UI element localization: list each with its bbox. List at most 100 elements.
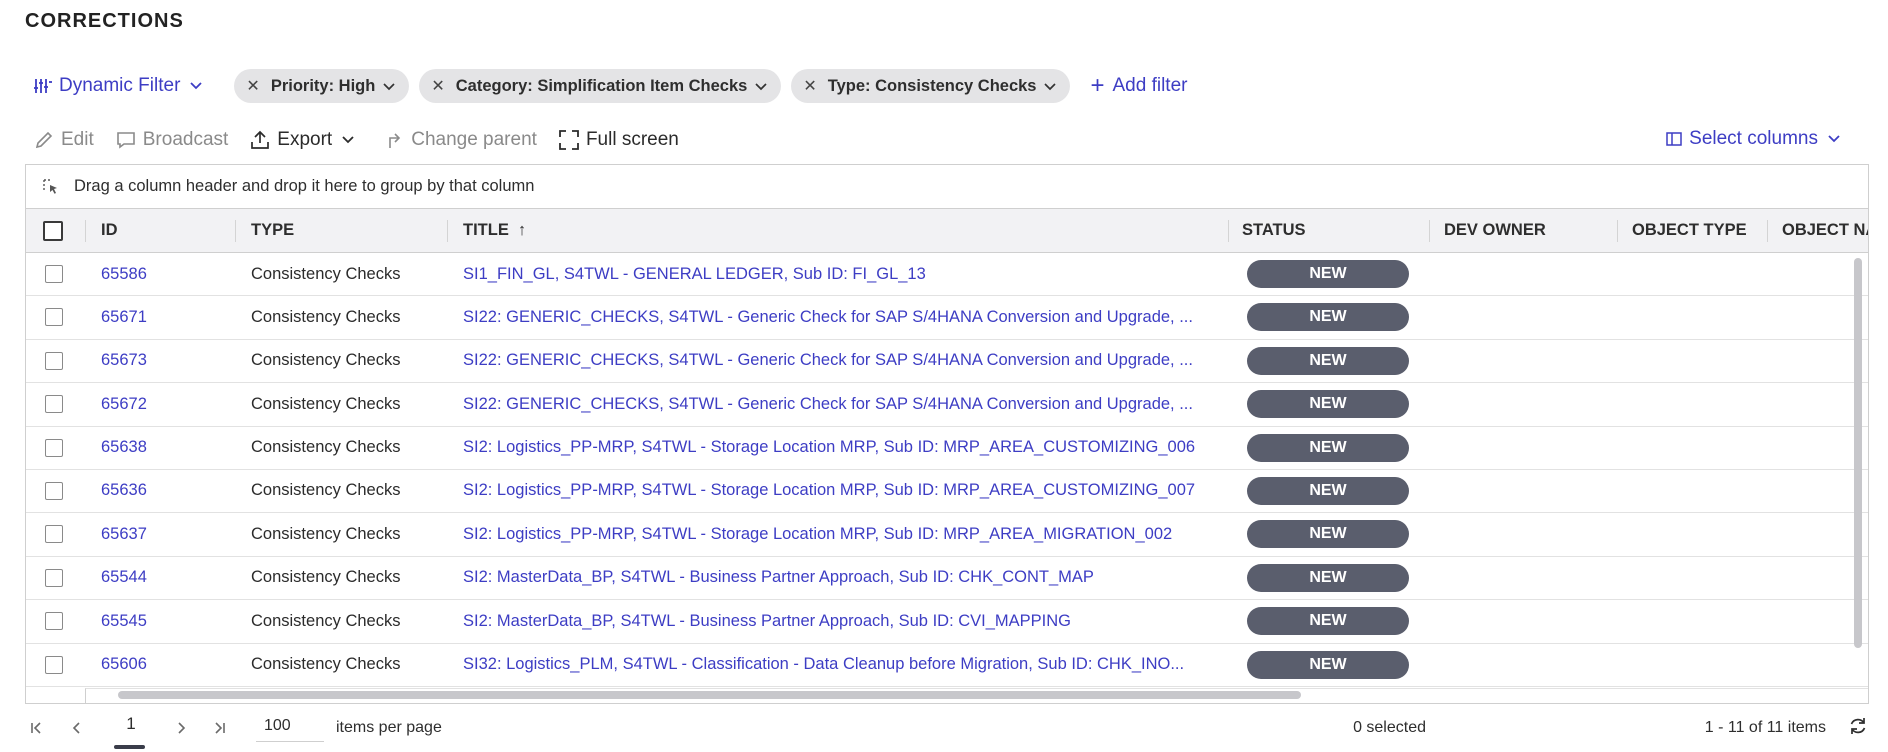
next-page-icon[interactable] — [174, 721, 188, 735]
filter-chip-label: Category: Simplification Item Checks — [455, 76, 748, 95]
column-separator[interactable] — [235, 220, 236, 242]
column-separator[interactable] — [85, 220, 86, 242]
column-header-label: DEV OWNER — [1444, 221, 1546, 239]
toolbar: Edit Broadcast Export Change parent Full… — [34, 124, 701, 156]
items-per-page-input[interactable] — [256, 710, 324, 742]
row-checkbox[interactable] — [45, 568, 63, 587]
dynamic-filter-button[interactable]: Dynamic Filter — [34, 75, 210, 97]
row-id-link[interactable]: 65671 — [101, 296, 147, 338]
row-title-link[interactable]: SI2: Logistics_PP-MRP, S4TWL - Storage L… — [463, 513, 1172, 555]
row-id-link[interactable]: 65606 — [101, 644, 147, 686]
table-row[interactable]: 65544 Consistency Checks SI2: MasterData… — [26, 557, 1868, 601]
export-button[interactable]: Export — [250, 129, 362, 151]
status-badge: NEW — [1247, 303, 1409, 332]
row-id-link[interactable]: 65545 — [101, 600, 147, 642]
table-row[interactable]: 65673 Consistency Checks SI22: GENERIC_C… — [26, 340, 1868, 384]
add-filter-label: Add filter — [1112, 75, 1188, 96]
row-type: Consistency Checks — [251, 481, 401, 500]
column-header-dev-owner[interactable]: DEV OWNER — [1444, 209, 1546, 252]
row-title-link[interactable]: SI2: MasterData_BP, S4TWL - Business Par… — [463, 557, 1094, 599]
column-header-id[interactable]: ID — [101, 209, 118, 252]
column-header-status[interactable]: STATUS — [1242, 209, 1306, 252]
row-id-link[interactable]: 65636 — [101, 470, 147, 512]
row-id-link[interactable]: 65637 — [101, 513, 147, 555]
column-separator[interactable] — [1767, 220, 1768, 242]
close-icon[interactable]: ✕ — [246, 76, 259, 96]
table-row[interactable]: 65606 Consistency Checks SI32: Logistics… — [26, 644, 1868, 687]
row-title-link[interactable]: SI22: GENERIC_CHECKS, S4TWL - Generic Ch… — [463, 340, 1193, 382]
column-header-object-type[interactable]: OBJECT TYPE — [1632, 209, 1747, 252]
row-checkbox[interactable] — [45, 438, 63, 457]
first-page-icon[interactable] — [30, 721, 44, 735]
column-separator[interactable] — [1617, 220, 1618, 242]
column-header-object-name[interactable]: OBJECT NA — [1782, 209, 1869, 252]
row-title-link[interactable]: SI1_FIN_GL, S4TWL - GENERAL LEDGER, Sub … — [463, 253, 926, 295]
row-checkbox[interactable] — [45, 655, 63, 674]
status-badge: NEW — [1247, 433, 1409, 462]
row-checkbox[interactable] — [45, 612, 63, 631]
vertical-scrollbar[interactable] — [1854, 258, 1862, 648]
row-title-link[interactable]: SI2: MasterData_BP, S4TWL - Business Par… — [463, 600, 1071, 642]
row-id-link[interactable]: 65544 — [101, 557, 147, 599]
row-title-link[interactable]: SI2: Logistics_PP-MRP, S4TWL - Storage L… — [463, 470, 1195, 512]
last-page-icon[interactable] — [212, 721, 226, 735]
pagination — [30, 714, 84, 742]
close-icon[interactable]: ✕ — [803, 76, 816, 96]
table-row[interactable]: 65586 Consistency Checks SI1_FIN_GL, S4T… — [26, 253, 1868, 297]
refresh-icon[interactable] — [1848, 716, 1868, 741]
fullscreen-icon — [559, 130, 579, 150]
filter-chip-priority[interactable]: ✕ Priority: High — [234, 69, 410, 103]
change-parent-button[interactable]: Change parent — [384, 129, 537, 151]
selected-count: 0 selected — [1353, 719, 1426, 736]
add-filter-button[interactable]: + Add filter — [1090, 74, 1187, 98]
table-row[interactable]: 65638 Consistency Checks SI2: Logistics_… — [26, 427, 1868, 470]
column-header-title[interactable]: TITLE ↑ — [463, 209, 526, 252]
broadcast-button[interactable]: Broadcast — [116, 129, 228, 151]
row-title-link[interactable]: SI22: GENERIC_CHECKS, S4TWL - Generic Ch… — [463, 383, 1193, 425]
column-separator[interactable] — [447, 220, 448, 242]
table-row[interactable]: 65636 Consistency Checks SI2: Logistics_… — [26, 470, 1868, 514]
table-row[interactable]: 65672 Consistency Checks SI22: GENERIC_C… — [26, 383, 1868, 427]
row-type: Consistency Checks — [251, 307, 401, 326]
sort-ascending-icon: ↑ — [517, 221, 527, 239]
row-checkbox[interactable] — [45, 481, 63, 500]
full-screen-button[interactable]: Full screen — [559, 129, 679, 151]
row-type: Consistency Checks — [251, 438, 401, 457]
row-checkbox[interactable] — [45, 351, 63, 370]
grid-body: 65586 Consistency Checks SI1_FIN_GL, S4T… — [26, 253, 1868, 687]
select-all-checkbox[interactable] — [43, 220, 63, 241]
row-id-link[interactable]: 65638 — [101, 427, 147, 469]
column-header-type[interactable]: TYPE — [251, 209, 294, 252]
column-header-label: OBJECT NA — [1782, 221, 1869, 239]
filter-chip-type[interactable]: ✕ Type: Consistency Checks — [791, 69, 1071, 103]
current-page-number[interactable]: 1 — [116, 714, 146, 734]
column-separator[interactable] — [1228, 220, 1229, 242]
row-type: Consistency Checks — [251, 655, 401, 674]
close-icon[interactable]: ✕ — [431, 76, 444, 96]
row-id-link[interactable]: 65586 — [101, 253, 147, 295]
horizontal-scrollbar[interactable] — [118, 691, 1301, 699]
row-title-link[interactable]: SI32: Logistics_PLM, S4TWL - Classificat… — [463, 644, 1184, 686]
row-type: Consistency Checks — [251, 351, 401, 370]
row-checkbox[interactable] — [45, 395, 63, 414]
row-title-link[interactable]: SI22: GENERIC_CHECKS, S4TWL - Generic Ch… — [463, 296, 1193, 338]
row-type: Consistency Checks — [251, 611, 401, 630]
previous-page-icon[interactable] — [70, 721, 84, 735]
column-separator[interactable] — [1429, 220, 1430, 242]
row-title-link[interactable]: SI2: Logistics_PP-MRP, S4TWL - Storage L… — [463, 427, 1195, 469]
row-checkbox[interactable] — [45, 525, 63, 544]
status-badge: NEW — [1247, 607, 1409, 636]
message-icon — [116, 132, 135, 149]
edit-button[interactable]: Edit — [34, 129, 94, 151]
table-row[interactable]: 65671 Consistency Checks SI22: GENERIC_C… — [26, 296, 1868, 340]
row-checkbox[interactable] — [45, 265, 63, 283]
row-type: Consistency Checks — [251, 394, 401, 413]
filter-chip-category[interactable]: ✕ Category: Simplification Item Checks — [419, 69, 782, 103]
row-id-link[interactable]: 65673 — [101, 340, 147, 382]
row-checkbox[interactable] — [45, 308, 63, 327]
table-row[interactable]: 65637 Consistency Checks SI2: Logistics_… — [26, 513, 1868, 557]
table-row[interactable]: 65545 Consistency Checks SI2: MasterData… — [26, 600, 1868, 644]
group-drop-area[interactable]: Drag a column header and drop it here to… — [26, 165, 1868, 209]
select-columns-button[interactable]: Select columns — [1666, 128, 1848, 150]
row-id-link[interactable]: 65672 — [101, 383, 147, 425]
